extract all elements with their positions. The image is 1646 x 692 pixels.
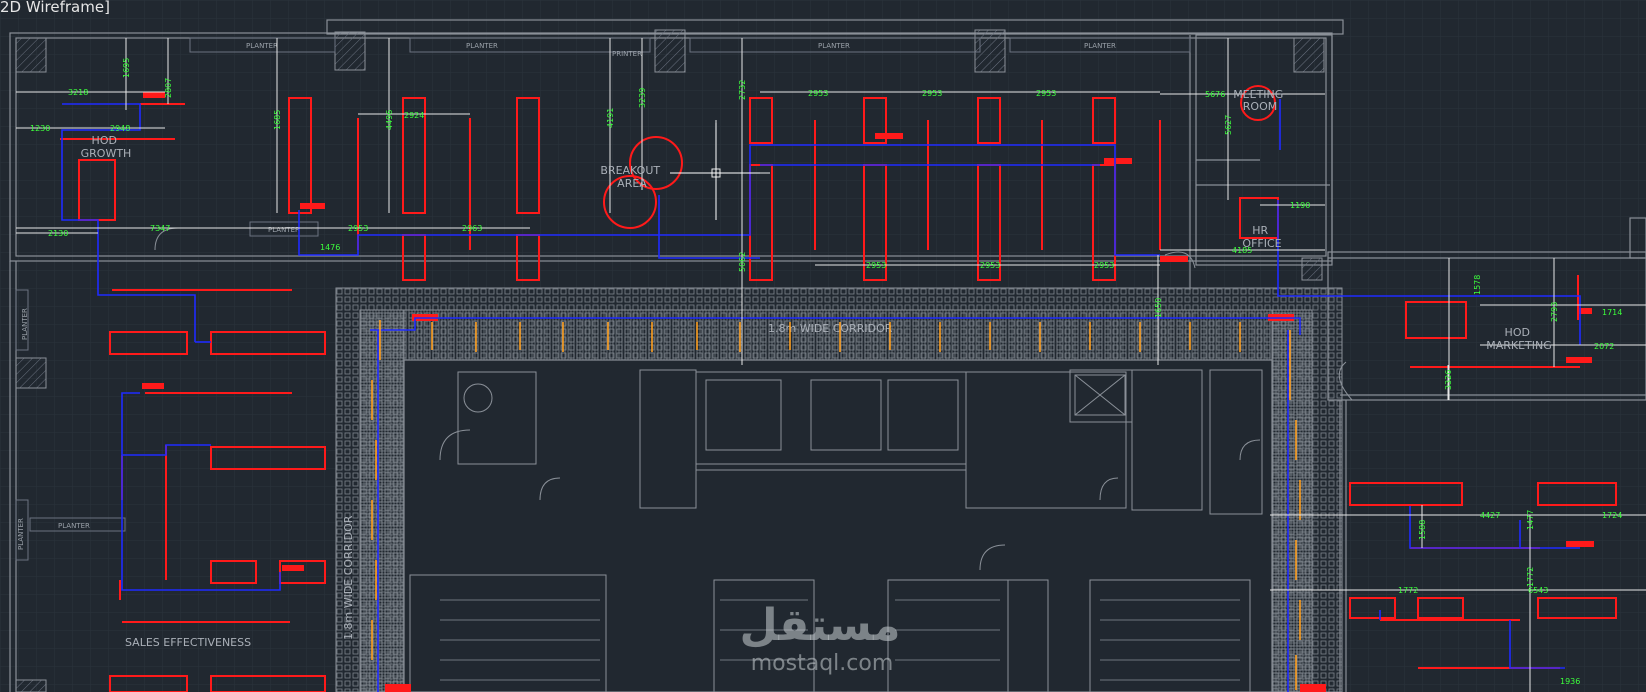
room-hod-marketing-line1: HOD bbox=[1505, 326, 1530, 339]
svg-text:4496: 4496 bbox=[385, 110, 394, 130]
svg-text:PLANTER: PLANTER bbox=[1084, 42, 1116, 50]
watermark-latin: mostaql.com bbox=[751, 651, 894, 676]
svg-text:PLANTER: PLANTER bbox=[58, 522, 90, 530]
svg-text:1685: 1685 bbox=[273, 110, 282, 130]
svg-text:PLANTER: PLANTER bbox=[17, 518, 25, 550]
svg-text:1190: 1190 bbox=[1290, 201, 1310, 210]
svg-text:PLANTER: PLANTER bbox=[466, 42, 498, 50]
svg-text:1695: 1695 bbox=[122, 58, 131, 78]
svg-text:2130: 2130 bbox=[48, 229, 68, 238]
svg-text:2948: 2948 bbox=[110, 124, 130, 133]
svg-text:PLANTER: PLANTER bbox=[818, 42, 850, 50]
room-meeting-line2: ROOM bbox=[1243, 100, 1277, 113]
room-sales-effectiveness: SALES EFFECTIVENESS bbox=[125, 636, 251, 649]
svg-text:1772: 1772 bbox=[1398, 586, 1418, 595]
svg-text:3239: 3239 bbox=[638, 88, 647, 108]
svg-text:1476: 1476 bbox=[320, 243, 340, 252]
svg-text:1936: 1936 bbox=[1560, 677, 1580, 686]
room-breakout-line1: BREAKOUT bbox=[600, 164, 660, 177]
corridor-left-label: 1.8m WIDE CORRIDOR bbox=[342, 515, 355, 640]
svg-text:5676: 5676 bbox=[1205, 90, 1225, 99]
corridor-top-label: 1.8m WIDE CORRIDOR bbox=[768, 322, 893, 335]
svg-text:4427: 4427 bbox=[1480, 511, 1500, 520]
svg-text:PLANTER: PLANTER bbox=[246, 42, 278, 50]
svg-text:2953: 2953 bbox=[1036, 89, 1056, 98]
room-hod-marketing-line2: MARKETING bbox=[1486, 339, 1552, 352]
svg-text:5062: 5062 bbox=[738, 252, 747, 272]
svg-text:1477: 1477 bbox=[1526, 510, 1535, 530]
floor-plan-drawing[interactable]: PLANTER PLANTER PLANTER PLANTER PLANTER … bbox=[0, 0, 1646, 692]
svg-text:2924: 2924 bbox=[404, 111, 424, 120]
mostaql-watermark: مستقل mostaql.com bbox=[740, 600, 901, 676]
svg-text:2807: 2807 bbox=[164, 78, 173, 98]
svg-text:7347: 7347 bbox=[150, 224, 170, 233]
svg-text:4191: 4191 bbox=[606, 108, 615, 128]
svg-text:1578: 1578 bbox=[1473, 275, 1482, 295]
svg-text:2953: 2953 bbox=[348, 224, 368, 233]
room-hr-line2: OFFICE bbox=[1242, 237, 1281, 250]
svg-text:2953: 2953 bbox=[866, 261, 886, 270]
svg-text:2953: 2953 bbox=[808, 89, 828, 98]
svg-text:2963: 2963 bbox=[462, 224, 482, 233]
svg-text:2732: 2732 bbox=[738, 80, 747, 100]
cad-viewport[interactable]: 2D Wireframe] PLANTER PLANTER PLANTER PL… bbox=[0, 0, 1646, 692]
svg-text:3326: 3326 bbox=[1444, 370, 1453, 390]
svg-text:2953: 2953 bbox=[1094, 261, 1114, 270]
watermark-arabic: مستقل bbox=[740, 600, 901, 651]
svg-text:1772: 1772 bbox=[1526, 567, 1535, 587]
room-hod-growth-line2: GROWTH bbox=[81, 147, 132, 160]
room-hr-line1: HR bbox=[1252, 224, 1268, 237]
svg-text:2072: 2072 bbox=[1594, 342, 1614, 351]
svg-text:PRINTER: PRINTER bbox=[612, 50, 642, 58]
svg-text:1714: 1714 bbox=[1602, 308, 1622, 317]
svg-text:1230: 1230 bbox=[30, 124, 50, 133]
svg-text:1724: 1724 bbox=[1602, 511, 1622, 520]
svg-text:2953: 2953 bbox=[980, 261, 1000, 270]
svg-text:2953: 2953 bbox=[922, 89, 942, 98]
svg-text:2793: 2793 bbox=[1550, 302, 1559, 322]
svg-text:1588: 1588 bbox=[1418, 520, 1427, 540]
svg-text:5627: 5627 bbox=[1224, 115, 1233, 135]
svg-text:1650: 1650 bbox=[1154, 298, 1163, 318]
svg-text:PLANTER: PLANTER bbox=[21, 308, 29, 340]
viewport-style-label[interactable]: 2D Wireframe] bbox=[0, 0, 110, 16]
room-breakout-line2: AREA bbox=[617, 177, 647, 190]
svg-text:PLANTER: PLANTER bbox=[268, 226, 300, 234]
room-hod-growth-line1: HOD bbox=[92, 134, 117, 147]
svg-text:3218: 3218 bbox=[68, 88, 88, 97]
